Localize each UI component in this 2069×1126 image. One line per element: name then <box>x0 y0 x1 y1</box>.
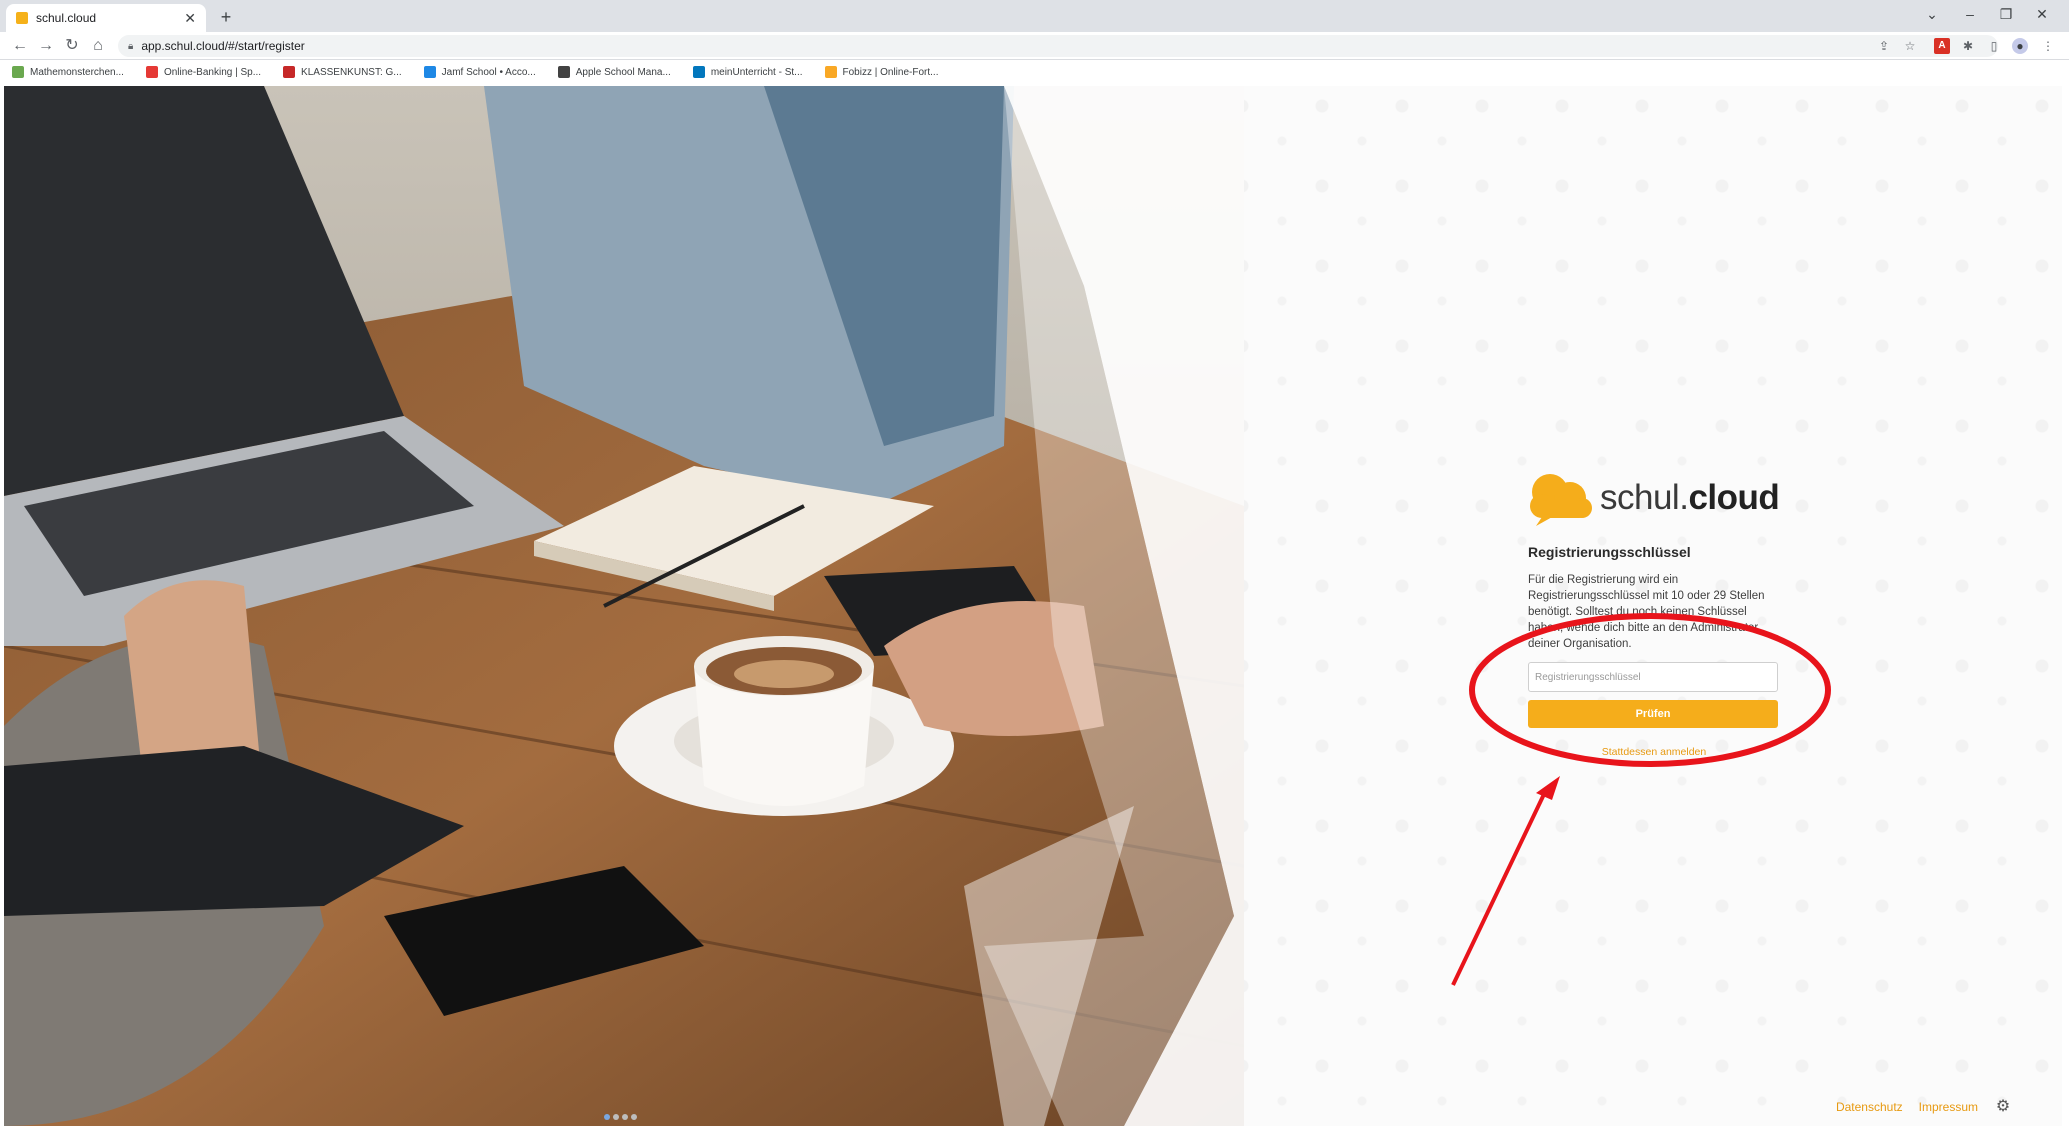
minimize-icon[interactable]: – <box>1958 6 1982 22</box>
brand-name-regular: schul. <box>1600 478 1689 517</box>
pdf-extension-icon[interactable]: A <box>1934 38 1950 54</box>
background-photo <box>4 86 1244 1126</box>
bookmark-favicon-icon <box>145 66 158 78</box>
reload-icon[interactable]: ↻ <box>62 36 82 56</box>
side-panel-icon[interactable]: ▯ <box>1986 38 2002 54</box>
bookmark-item[interactable]: KLASSENKUNST: G... <box>283 66 402 78</box>
register-card: schul.cloud Registrierungsschlüssel Für … <box>1528 466 1780 758</box>
page-footer: Datenschutz Impressum ⚙ <box>1820 1098 2012 1116</box>
browser-toolbar: ← → ↻ ⌂ 🔒︎ app.schul.cloud/#/start/regis… <box>0 32 2069 60</box>
browser-menu-icon[interactable]: ⋮ <box>2040 38 2056 54</box>
register-heading: Registrierungsschlüssel <box>1528 544 1691 560</box>
bookmark-star-icon[interactable]: ☆ <box>1902 38 1918 54</box>
address-bar[interactable]: 🔒︎ app.schul.cloud/#/start/register <box>118 35 1998 57</box>
bookmark-item[interactable]: Online-Banking | Sp... <box>145 66 261 78</box>
cloud-logo-icon <box>1530 474 1592 526</box>
imprint-link[interactable]: Impressum <box>1919 1100 1978 1114</box>
bookmark-item[interactable]: Jamf School • Acco... <box>423 66 536 78</box>
carousel-indicator <box>604 1114 640 1120</box>
bookmarks-bar: Mathemonsterchen... Online-Banking | Sp.… <box>0 60 2069 84</box>
gear-icon[interactable]: ⚙ <box>1994 1098 2012 1116</box>
bookmark-item[interactable]: Fobizz | Online-Fort... <box>824 66 938 78</box>
registration-key-input[interactable] <box>1528 662 1778 692</box>
bookmark-favicon-icon <box>12 66 24 78</box>
window-close-icon[interactable]: ✕ <box>2030 6 2054 23</box>
register-page: schul.cloud Registrierungsschlüssel Für … <box>4 86 2062 1126</box>
tab-close-icon[interactable]: ✕ <box>184 10 196 27</box>
forward-arrow-icon[interactable]: → <box>36 36 56 56</box>
tab-title: schul.cloud <box>36 11 97 25</box>
check-button[interactable]: Prüfen <box>1528 700 1778 728</box>
register-description: Für die Registrierung wird ein Registrie… <box>1528 574 1765 650</box>
back-arrow-icon[interactable]: ← <box>10 36 30 56</box>
home-icon[interactable]: ⌂ <box>88 36 108 56</box>
url-text: app.schul.cloud/#/start/register <box>141 39 305 53</box>
bookmark-favicon-icon <box>283 66 296 78</box>
extensions-puzzle-icon[interactable]: ✱ <box>1960 38 1976 54</box>
profile-avatar-icon[interactable]: ● <box>2012 38 2028 54</box>
carousel-dot[interactable] <box>604 1114 610 1120</box>
schulcloud-favicon-icon <box>16 12 28 24</box>
bookmark-favicon-icon <box>824 66 837 78</box>
bookmark-item[interactable]: meinUnterricht - St... <box>692 66 803 78</box>
browser-tab-bar: schul.cloud ✕ + ⌄ – ❐ ✕ <box>0 0 2069 32</box>
bookmark-favicon-icon <box>692 66 705 78</box>
bookmark-favicon-icon <box>423 66 436 78</box>
bookmark-item[interactable]: Mathemonsterchen... <box>12 66 124 78</box>
carousel-dot[interactable] <box>631 1114 637 1120</box>
schulcloud-logo: schul.cloud <box>1528 466 1780 530</box>
carousel-dot[interactable] <box>613 1114 619 1120</box>
login-instead-link[interactable]: Stattdessen anmelden <box>1528 746 1780 758</box>
new-tab-button[interactable]: + <box>214 6 238 30</box>
tab-search-icon[interactable]: ⌄ <box>1920 6 1944 23</box>
bookmark-favicon-icon <box>557 66 570 78</box>
lock-icon: 🔒︎ <box>128 40 134 52</box>
restore-icon[interactable]: ❐ <box>1994 6 2018 23</box>
brand-name-bold: cloud <box>1688 478 1780 517</box>
bookmark-item[interactable]: Apple School Mana... <box>557 66 671 78</box>
brand-name: schul.cloud <box>1600 478 1780 518</box>
privacy-link[interactable]: Datenschutz <box>1836 1100 1903 1114</box>
share-icon[interactable]: ⇪ <box>1876 38 1892 54</box>
carousel-dot[interactable] <box>622 1114 628 1120</box>
browser-tab[interactable]: schul.cloud ✕ <box>6 4 206 32</box>
